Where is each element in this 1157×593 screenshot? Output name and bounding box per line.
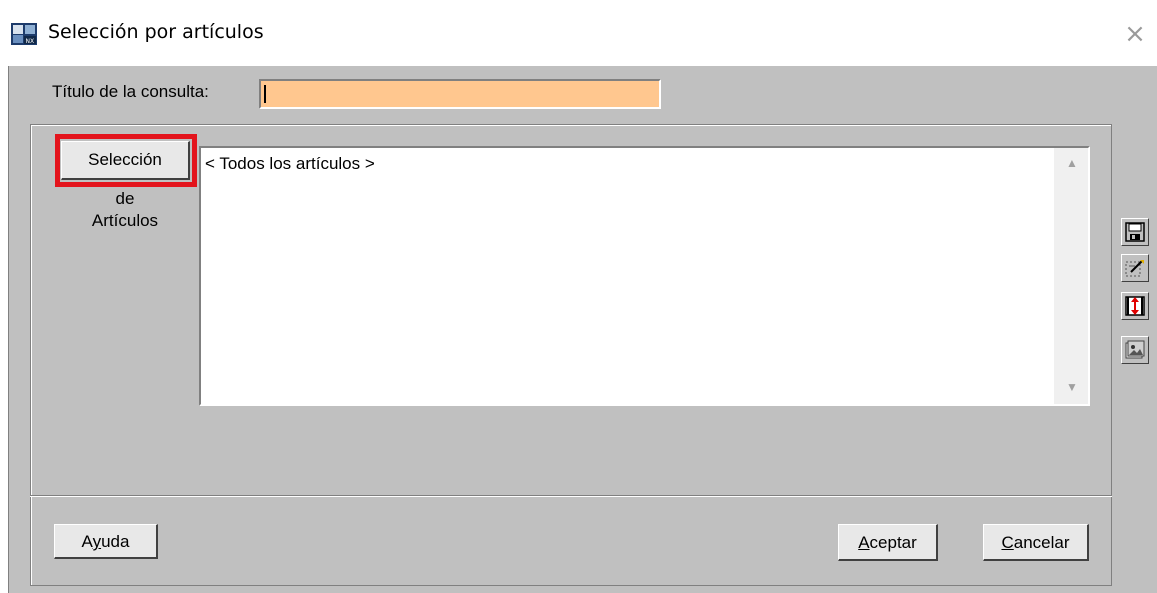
scrollbar-track[interactable] <box>1057 177 1087 373</box>
selection-caption: de Artículos <box>74 188 176 232</box>
resize-button[interactable] <box>1121 292 1149 320</box>
edit-button[interactable] <box>1121 254 1149 282</box>
selection-caption-line1: de <box>115 189 135 208</box>
window-edge <box>0 66 9 593</box>
list-item[interactable]: < Todos los artículos > <box>205 154 375 174</box>
save-icon <box>1125 222 1145 242</box>
accept-button[interactable]: Aceptar <box>838 524 938 561</box>
panel-divider <box>30 496 1112 497</box>
selection-caption-line2: Artículos <box>91 211 159 230</box>
query-title-input[interactable] <box>259 79 661 109</box>
help-label-mnemonic: y <box>92 532 102 551</box>
help-label-prefix: A <box>81 532 93 551</box>
accept-label-mnemonic: A <box>858 533 870 552</box>
scroll-down-icon[interactable]: ▼ <box>1057 373 1087 401</box>
buttons-group-panel <box>30 495 1112 586</box>
window-title: Selección por artículos <box>48 21 264 43</box>
cancel-label-suffix: ancelar <box>1013 533 1070 552</box>
close-icon[interactable]: × <box>1121 20 1149 48</box>
gallery-button[interactable] <box>1121 336 1149 364</box>
articles-listbox[interactable]: < Todos los artículos > <box>199 146 1090 406</box>
help-label-suffix: uda <box>101 532 130 551</box>
svg-text:NX: NX <box>26 38 35 45</box>
accept-label-suffix: ceptar <box>869 533 917 552</box>
cancel-button[interactable]: Cancelar <box>983 524 1089 561</box>
selection-button[interactable]: Selección <box>61 141 190 180</box>
gallery-icon <box>1125 340 1145 359</box>
text-caret <box>264 85 266 103</box>
cancel-label-mnemonic: C <box>1001 533 1014 552</box>
app-icon: NX <box>11 23 37 45</box>
help-button[interactable]: Ayuda <box>54 524 158 559</box>
scroll-up-icon[interactable]: ▲ <box>1057 149 1087 177</box>
title-bar: NX Selección por artículos × <box>0 0 1157 66</box>
resize-icon <box>1125 296 1145 316</box>
query-title-label: Título de la consulta: <box>52 82 209 101</box>
edit-icon <box>1125 260 1144 277</box>
save-button[interactable] <box>1121 218 1149 246</box>
